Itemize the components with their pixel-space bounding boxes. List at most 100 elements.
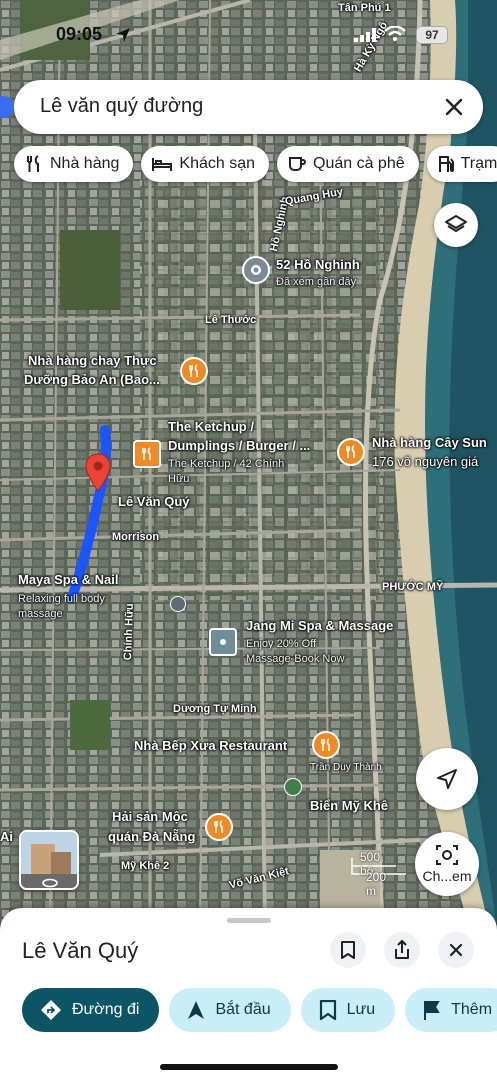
place-jangmi-name[interactable]: Jang Mi Spa & Massage: [246, 617, 393, 634]
recent-place-icon: [251, 265, 261, 275]
street-tan-phu: Tân Phú 1: [338, 2, 391, 14]
fork-knife-icon: [189, 364, 198, 377]
place-hai-san-name-line2[interactable]: quán Đà Nẵng: [108, 828, 195, 845]
chip-cafes[interactable]: Quán cà phê: [277, 146, 419, 182]
wifi-icon: [384, 26, 406, 41]
street-chinh-huu: Chính Hữu: [122, 603, 136, 661]
home-indicator: [160, 1064, 338, 1070]
chip-label: Quán cà phê: [313, 155, 405, 172]
flag-icon: [424, 1001, 440, 1020]
more-label: Thêm: [451, 1001, 493, 1018]
place-title: Lê Văn Quý: [22, 938, 139, 963]
street-my-khe-2: Mỹ Khê 2: [121, 860, 170, 872]
more-button[interactable]: Thêm: [405, 988, 497, 1032]
place-jangmi-sub-line2: Massage-Book Now: [246, 653, 345, 665]
camera-search-icon: [436, 845, 458, 865]
directions-button[interactable]: Đường đi: [22, 988, 160, 1032]
save-label: Lưu: [346, 1001, 376, 1018]
fork-knife-icon: [214, 820, 223, 833]
place-ketchup-sub-line1: The Ketchup / 42 Chính: [168, 458, 285, 470]
restaurant-marker-cay-sung[interactable]: [337, 438, 365, 466]
chip-label: Trạm: [460, 155, 497, 172]
place-ketchup-name-line2[interactable]: Dumplings / Burger / ...: [168, 437, 310, 454]
selected-location-pin-icon[interactable]: [84, 453, 112, 493]
start-button[interactable]: Bắt đầu: [169, 988, 291, 1032]
place-ketchup-name-line1[interactable]: The Ketchup /: [168, 418, 254, 435]
start-label: Bắt đầu: [215, 1001, 271, 1018]
place-chay-name-line1[interactable]: Nhà hàng chay Thực: [28, 352, 157, 369]
close-sheet-button[interactable]: [438, 932, 474, 968]
chip-gas[interactable]: Trạm: [426, 146, 497, 182]
lens-button[interactable]: Ch...em: [415, 832, 479, 896]
street-tran-duy-thanh: Trần Duy Thành: [310, 762, 382, 773]
fork-knife-icon: [346, 445, 355, 458]
bed-icon: [152, 158, 173, 171]
chip-restaurants[interactable]: Nhà hàng: [14, 146, 134, 182]
fork-knife-icon: [142, 447, 151, 460]
chip-label: Nhà hàng: [50, 155, 120, 172]
place-chay-name-line2[interactable]: Dưỡng Bảo An (Bao...: [24, 371, 160, 388]
place-52-ho-nghinh-marker[interactable]: [242, 256, 270, 284]
bookmark-icon: [341, 941, 355, 959]
restaurant-marker-ketchup[interactable]: [133, 440, 161, 468]
action-buttons: Đường đi Bắt đầu Lưu Thêm: [22, 988, 497, 1032]
place-maya-sub-line2: massage: [18, 608, 63, 620]
battery-icon: 97: [416, 26, 448, 44]
search-bar[interactable]: Lê văn quý đường: [14, 80, 483, 134]
restaurant-marker-bep-xua[interactable]: [312, 731, 340, 759]
chip-label: Khách sạn: [179, 155, 255, 172]
save-button[interactable]: Lưu: [300, 988, 396, 1032]
bus-stop-icon[interactable]: [170, 596, 186, 612]
rotate-360-icon: [42, 878, 58, 888]
fork-knife-icon: [27, 155, 39, 172]
street-phuoc-my: PHƯỚC MỸ: [382, 581, 444, 593]
scale-meters: 200 m: [366, 870, 387, 898]
street-duong-tu-minh: Dương Tự Minh: [173, 703, 257, 715]
street-view-thumbnail[interactable]: [19, 830, 79, 890]
place-ketchup-sub-line2: Hữu: [168, 473, 190, 485]
place-bep-xua-name[interactable]: Nhà Bếp Xưa Restaurant: [134, 737, 287, 754]
navigation-arrow-icon: [437, 769, 457, 789]
lens-label: Ch...em: [422, 868, 472, 884]
place-52-ho-nghinh-sub: Đã xem gần đây: [276, 276, 357, 288]
save-place-button[interactable]: [330, 932, 366, 968]
restaurant-marker-hai-san[interactable]: [205, 813, 233, 841]
place-ai-label[interactable]: Ai: [0, 828, 13, 845]
close-icon[interactable]: [441, 94, 467, 120]
street-le-thuoc: Lê Thước: [205, 314, 257, 326]
place-cay-sung-name[interactable]: Nhà hàng Cây Sun: [372, 434, 487, 451]
layers-button[interactable]: [434, 203, 478, 247]
place-cay-sung-sub: 176 võ nguyên giá: [372, 454, 479, 469]
gas-station-icon: [438, 156, 454, 172]
category-chips: Nhà hàng Khách sạn Quán cà phê Trạm: [14, 146, 497, 184]
bookmark-icon: [319, 1000, 336, 1020]
share-button[interactable]: [384, 932, 420, 968]
sheet-grabber[interactable]: [227, 918, 271, 923]
location-arrow-icon: [116, 28, 130, 42]
place-my-khe-name[interactable]: Biển Mỹ Khê: [310, 797, 388, 814]
restaurant-marker-chay[interactable]: [180, 357, 208, 385]
place-hai-san-name-line1[interactable]: Hải sản Mộc: [112, 808, 188, 825]
place-pin-name[interactable]: Lê Văn Quý: [118, 493, 190, 510]
battery-level: 97: [425, 28, 439, 42]
close-icon: [449, 943, 463, 957]
navigation-arrow-icon: [188, 1001, 205, 1019]
street-morrison: Morrison: [112, 531, 160, 543]
share-icon: [395, 940, 409, 959]
spa-marker-jang-mi[interactable]: [209, 628, 237, 656]
place-bottom-sheet[interactable]: Lê Văn Quý Đường đi Bắt đầu Lưu Thêm: [0, 908, 497, 1080]
spa-dot-icon: [220, 639, 226, 645]
status-time: 09:05: [56, 24, 103, 44]
search-query[interactable]: Lê văn quý đường: [40, 95, 203, 118]
beach-marker-icon[interactable]: [284, 778, 302, 796]
chip-hotels[interactable]: Khách sạn: [141, 146, 269, 182]
coffee-cup-icon: [289, 157, 306, 171]
place-maya-name[interactable]: Maya Spa & Nail: [18, 571, 118, 588]
place-52-ho-nghinh-name[interactable]: 52 Hồ Nghinh: [276, 256, 360, 273]
directions-icon: [41, 1000, 61, 1020]
my-location-button[interactable]: [416, 748, 478, 810]
place-jangmi-sub-line1: Enjoy 20% Off: [246, 638, 317, 650]
layers-icon: [445, 215, 467, 232]
place-maya-sub-line1: Relaxing full body: [18, 593, 105, 605]
directions-label: Đường đi: [72, 1001, 140, 1018]
